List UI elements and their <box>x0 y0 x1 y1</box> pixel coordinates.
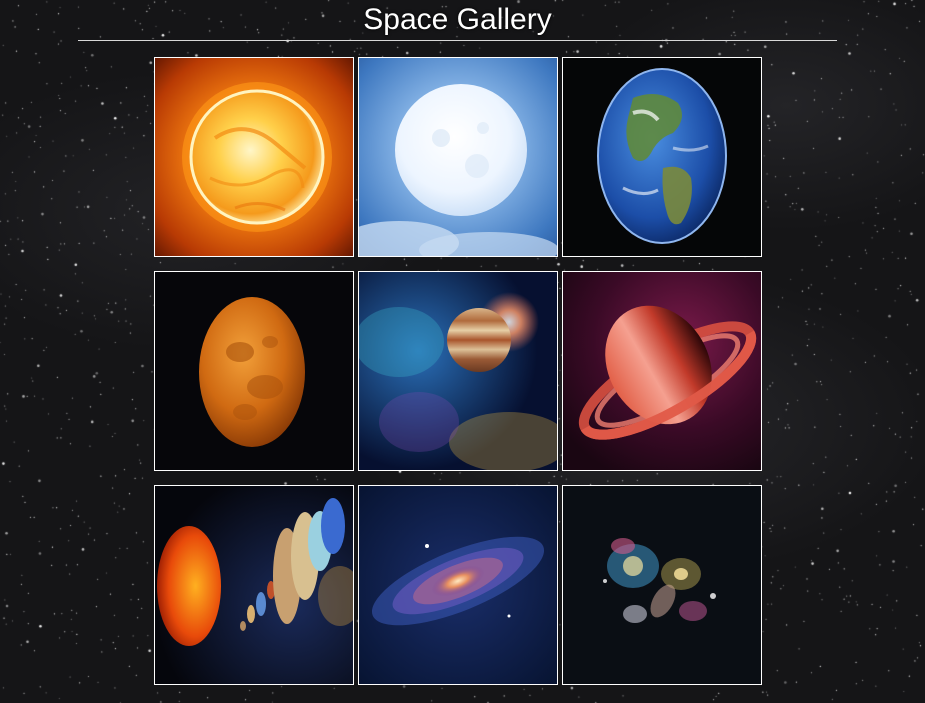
saturn-image <box>563 272 761 470</box>
gallery-tile-solar-system[interactable] <box>154 485 354 685</box>
solar-system-image <box>155 486 353 684</box>
galaxies-image <box>563 486 761 684</box>
gallery-tile-galaxies[interactable] <box>562 485 762 685</box>
gallery-tile-jupiter[interactable] <box>358 271 558 471</box>
galaxy-image <box>359 486 557 684</box>
moon-image <box>359 58 557 256</box>
mars-image <box>155 272 353 470</box>
page-header: Space Gallery <box>78 0 837 41</box>
gallery-tile-galaxy[interactable] <box>358 485 558 685</box>
gallery-tile-sun[interactable] <box>154 57 354 257</box>
jupiter-image <box>359 272 557 470</box>
image-gallery <box>154 57 762 685</box>
gallery-tile-saturn[interactable] <box>562 271 762 471</box>
sun-image <box>155 58 353 256</box>
gallery-tile-moon[interactable] <box>358 57 558 257</box>
page-title: Space Gallery <box>363 3 552 36</box>
earth-image <box>563 58 761 256</box>
gallery-tile-mars[interactable] <box>154 271 354 471</box>
gallery-tile-earth[interactable] <box>562 57 762 257</box>
